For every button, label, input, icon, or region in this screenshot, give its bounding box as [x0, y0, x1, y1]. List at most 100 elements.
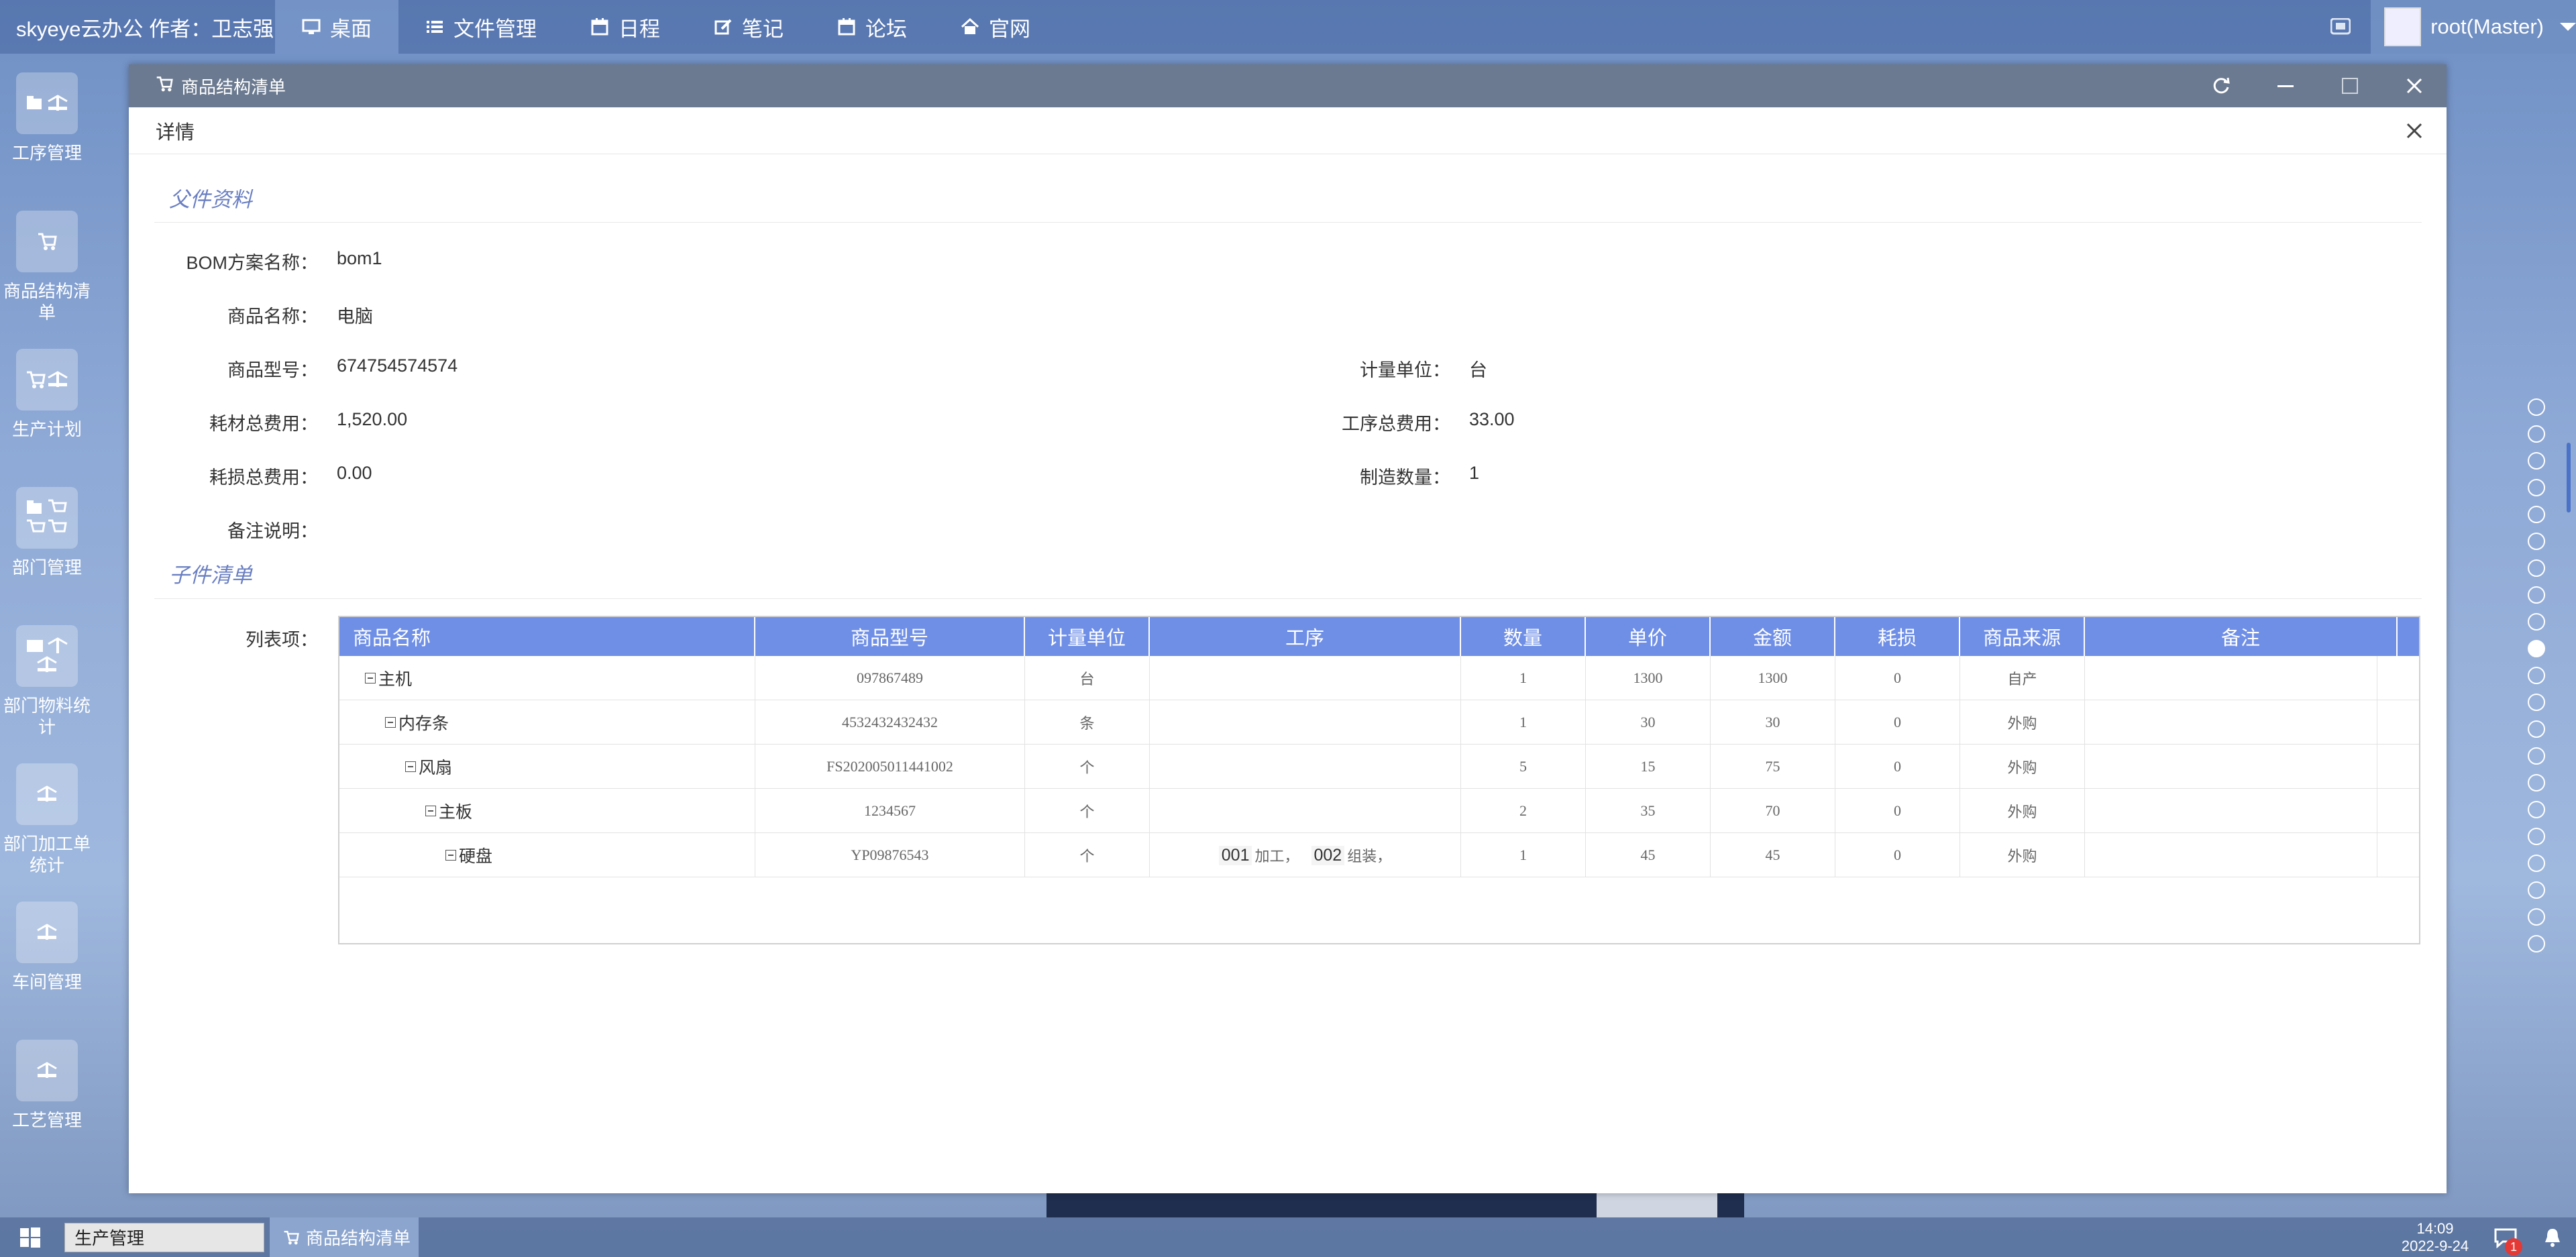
- desktop-icon-label: 工艺管理: [11, 1110, 82, 1130]
- calendar-icon: [590, 17, 609, 36]
- col-product-name[interactable]: 商品名称: [339, 617, 755, 656]
- page-dot[interactable]: [2528, 640, 2545, 657]
- desktop-icon-craft[interactable]: 工艺管理: [0, 1040, 94, 1131]
- collapse-icon[interactable]: [425, 806, 436, 816]
- page-dot[interactable]: [2528, 855, 2545, 872]
- desktop-icon-department[interactable]: 部门管理: [0, 487, 94, 578]
- notification-button[interactable]: [2529, 1217, 2576, 1257]
- nav-notes[interactable]: 笔记: [687, 0, 810, 54]
- col-price[interactable]: 单价: [1586, 617, 1711, 656]
- wallpaper-ship-deck: [1597, 1193, 1717, 1217]
- clock[interactable]: 14:09 2022-9-24: [2388, 1220, 2482, 1255]
- page-dot[interactable]: [2528, 935, 2545, 952]
- row-name: 风扇: [419, 759, 453, 777]
- table-row[interactable]: 主板 1234567 个 2 35 70 0 外购: [339, 789, 2419, 833]
- col-model[interactable]: 商品型号: [755, 617, 1025, 656]
- message-button[interactable]: 1: [2482, 1217, 2529, 1257]
- page-dot[interactable]: [2528, 694, 2545, 711]
- row-loss: 0: [1835, 745, 1960, 789]
- desktop-icon-label: 生产计划: [11, 419, 82, 439]
- desktop-icon-dept-material[interactable]: 部门物料统计: [0, 625, 94, 738]
- page-dot[interactable]: [2528, 452, 2545, 470]
- col-loss[interactable]: 耗损: [1835, 617, 1960, 656]
- desktop-icon-bom[interactable]: 商品结构清单: [0, 211, 94, 323]
- screen-lock-icon[interactable]: [2310, 0, 2371, 54]
- page-dot[interactable]: [2528, 720, 2545, 738]
- user-name: root(Master): [2430, 15, 2544, 38]
- row-source: 外购: [1960, 789, 2085, 833]
- folder-cart-icon: [16, 487, 78, 549]
- page-dot[interactable]: [2528, 774, 2545, 791]
- page-dot[interactable]: [2528, 425, 2545, 443]
- taskbar-task-bom[interactable]: 商品结构清单: [270, 1217, 419, 1257]
- row-price: 45: [1586, 833, 1711, 877]
- row-remark: [2085, 745, 2377, 789]
- taskbar-search[interactable]: 生产管理: [64, 1222, 264, 1252]
- collapse-icon[interactable]: [365, 673, 376, 684]
- table-row[interactable]: 风扇 FS202005011441002 个 5 15 75 0 外购: [339, 745, 2419, 789]
- minimize-button[interactable]: [2253, 64, 2318, 107]
- table-row[interactable]: 硬盘 YP09876543 个 001 加工， 002 组装， 1 45 45 …: [339, 833, 2419, 877]
- start-button[interactable]: [0, 1217, 60, 1257]
- desktop-icon-dept-workorder[interactable]: 部门加工单统计: [0, 763, 94, 876]
- nav-schedule[interactable]: 日程: [564, 0, 687, 54]
- row-remark: [2085, 833, 2377, 877]
- desktop-icon-process[interactable]: 工序管理: [0, 72, 94, 164]
- col-source[interactable]: 商品来源: [1960, 617, 2085, 656]
- collapse-icon[interactable]: [385, 717, 396, 728]
- edit-icon: [714, 17, 733, 36]
- page-dot[interactable]: [2528, 747, 2545, 765]
- desktop-icon-production-plan[interactable]: 生产计划: [0, 349, 94, 440]
- page-dot[interactable]: [2528, 586, 2545, 604]
- bom-window: 商品结构清单 详情 父件资料 BOM方案名称： bom1 商品名称： 电脑 商品…: [129, 64, 2447, 1193]
- user-menu[interactable]: root(Master): [2371, 0, 2576, 54]
- nav-file-manager[interactable]: 文件管理: [398, 0, 564, 54]
- collapse-icon[interactable]: [405, 761, 416, 772]
- clock-time: 14:09: [2416, 1219, 2454, 1237]
- desktop-icon-workshop[interactable]: 车间管理: [0, 901, 94, 993]
- desktop-icon-label: 部门加工单统计: [3, 834, 91, 875]
- windows-icon: [20, 1227, 40, 1248]
- page-dot[interactable]: [2528, 881, 2545, 899]
- nav-desktop[interactable]: 桌面: [275, 0, 398, 54]
- page-dot[interactable]: [2528, 506, 2545, 523]
- col-remark[interactable]: 备注: [2085, 617, 2398, 656]
- page-dot[interactable]: [2528, 479, 2545, 496]
- page-dot[interactable]: [2528, 398, 2545, 416]
- row-unit: 个: [1025, 745, 1150, 789]
- page-dot[interactable]: [2528, 801, 2545, 818]
- maximize-icon: [2342, 78, 2358, 94]
- table-header: 商品名称 商品型号 计量单位 工序 数量 单价 金额 耗损 商品来源 备注: [339, 617, 2419, 656]
- col-process[interactable]: 工序: [1150, 617, 1461, 656]
- col-unit[interactable]: 计量单位: [1025, 617, 1150, 656]
- table-row[interactable]: 主机 097867489 台 1 1300 1300 0 自产: [339, 656, 2419, 700]
- page-dot[interactable]: [2528, 908, 2545, 926]
- page-dot[interactable]: [2528, 559, 2545, 577]
- row-name: 主机: [378, 670, 413, 689]
- col-qty[interactable]: 数量: [1461, 617, 1586, 656]
- row-loss: 0: [1835, 700, 1960, 745]
- maximize-button[interactable]: [2318, 64, 2382, 107]
- collapse-icon[interactable]: [445, 850, 456, 861]
- nav-forum[interactable]: 论坛: [810, 0, 934, 54]
- row-remark: [2085, 656, 2377, 700]
- taskbar: 生产管理 商品结构清单 14:09 2022-9-24 1: [0, 1217, 2576, 1257]
- window-title-bar[interactable]: 商品结构清单: [129, 64, 2447, 107]
- refresh-button[interactable]: [2189, 64, 2253, 107]
- close-window-button[interactable]: [2382, 64, 2447, 107]
- detail-close-button[interactable]: [2382, 122, 2447, 140]
- section-divider: [154, 598, 2422, 599]
- page-dot[interactable]: [2528, 533, 2545, 550]
- detail-title: 详情: [156, 121, 195, 144]
- nav-website[interactable]: 官网: [934, 0, 1057, 54]
- col-amount[interactable]: 金额: [1711, 617, 1835, 656]
- row-qty: 1: [1461, 700, 1586, 745]
- page-dot[interactable]: [2528, 828, 2545, 845]
- row-remark: [2085, 700, 2377, 745]
- table-row[interactable]: 内存条 4532432432432 条 1 30 30 0 外购: [339, 700, 2419, 745]
- page-dot[interactable]: [2528, 667, 2545, 684]
- row-qty: 1: [1461, 656, 1586, 700]
- row-process: [1150, 745, 1461, 789]
- list-icon: [425, 17, 444, 36]
- page-dot[interactable]: [2528, 613, 2545, 631]
